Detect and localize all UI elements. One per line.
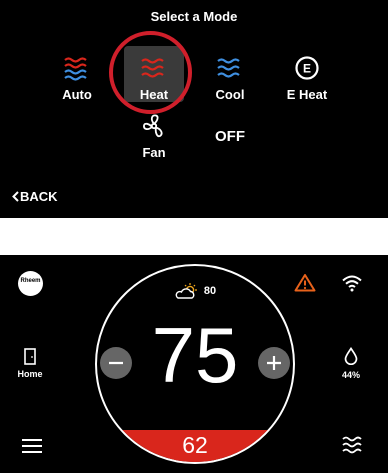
outdoor-weather: 80 (97, 282, 293, 300)
chevron-left-icon (12, 191, 19, 202)
mode-fan-label: Fan (142, 145, 166, 160)
mode-eheat-button[interactable]: E E Heat (267, 55, 347, 102)
decrease-temp-button[interactable] (100, 347, 132, 379)
mode-heat-label: Heat (139, 87, 169, 102)
thermostat-dial: 80 75 62 (95, 264, 295, 464)
mode-waves-icon[interactable] (341, 435, 365, 455)
increase-temp-button[interactable] (258, 347, 290, 379)
mode-select-panel: Select a Mode Auto Heat Cool E E Heat Fa… (0, 0, 388, 218)
door-icon (24, 348, 36, 365)
cool-waves-icon (217, 58, 240, 78)
back-button[interactable]: BACK (12, 189, 58, 204)
outdoor-temp: 80 (203, 285, 217, 297)
emergency-heat-glyph: E (303, 62, 311, 76)
rheem-logo: Rheem (18, 271, 43, 296)
back-label: BACK (20, 189, 58, 204)
partly-cloudy-icon (175, 283, 197, 299)
home-label: Home (17, 369, 43, 379)
humidity-indicator: 44% (333, 346, 369, 380)
plus-icon (267, 356, 281, 370)
minus-icon (109, 361, 123, 365)
rheem-logo-text: Rheem (20, 278, 41, 284)
humidity-value: 44% (341, 370, 360, 380)
mode-auto-label: Auto (62, 87, 92, 102)
mode-auto-button[interactable]: Auto (37, 55, 117, 102)
wifi-icon[interactable] (341, 274, 363, 292)
auto-waves-icon (64, 57, 87, 81)
heat-waves-icon (141, 58, 164, 78)
fan-icon (143, 114, 163, 138)
mode-cool-button[interactable]: Cool (190, 55, 270, 102)
mode-select-title: Select a Mode (150, 9, 238, 24)
mode-off-button[interactable]: OFF (190, 128, 270, 145)
mode-heat-button[interactable]: Heat (114, 55, 194, 102)
alert-icon[interactable] (294, 273, 316, 292)
home-away-button[interactable]: Home (12, 348, 48, 379)
mode-eheat-label: E Heat (286, 87, 328, 102)
mode-fan-button[interactable]: Fan (114, 113, 194, 160)
current-temperature: 62 (182, 432, 208, 458)
emergency-heat-icon: E (295, 56, 319, 80)
menu-icon[interactable] (21, 438, 43, 454)
mode-cool-label: Cool (215, 87, 245, 102)
thermostat-panel: Rheem Home 44% 80 75 62 (0, 255, 388, 473)
water-drop-icon (344, 346, 358, 366)
